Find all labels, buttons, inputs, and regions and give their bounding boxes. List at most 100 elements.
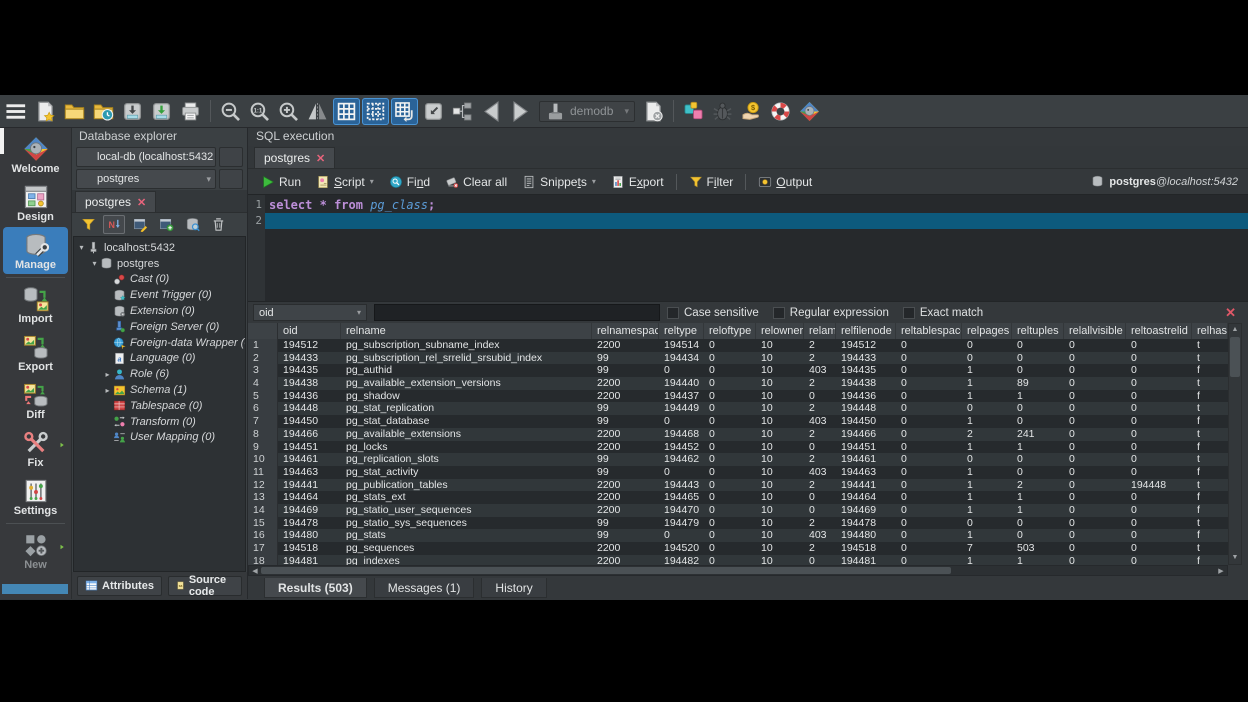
table-cell[interactable]: 194469: [278, 504, 341, 517]
table-cell[interactable]: 2200: [592, 428, 659, 441]
table-cell[interactable]: 0: [896, 542, 962, 555]
table-cell[interactable]: 0: [1012, 466, 1064, 479]
table-cell[interactable]: 10: [756, 415, 804, 428]
table-cell[interactable]: 0: [1064, 542, 1126, 555]
table-cell[interactable]: 194518: [836, 542, 896, 555]
table-cell[interactable]: 7: [962, 542, 1012, 555]
table-cell[interactable]: 0: [896, 428, 962, 441]
table-row[interactable]: 7194450pg_stat_database99001040319445001…: [248, 415, 1228, 428]
table-cell[interactable]: 2: [804, 402, 836, 415]
table-cell[interactable]: 1: [1012, 504, 1064, 517]
table-cell[interactable]: 0: [1126, 339, 1192, 352]
tree-item[interactable]: Extension (0): [74, 303, 245, 319]
close-icon[interactable]: ✕: [137, 196, 146, 209]
table-cell[interactable]: f: [1192, 390, 1228, 403]
table-cell[interactable]: 2200: [592, 377, 659, 390]
table-cell[interactable]: 0: [1126, 364, 1192, 377]
table-cell[interactable]: 0: [704, 529, 756, 542]
donate-button[interactable]: $: [738, 98, 765, 125]
table-cell[interactable]: 2: [804, 453, 836, 466]
table-cell[interactable]: t: [1192, 517, 1228, 530]
table-row[interactable]: 4194438pg_available_extension_versions22…: [248, 377, 1228, 390]
tree-item[interactable]: aLanguage (0): [74, 351, 245, 367]
column-header-relname[interactable]: relname: [341, 323, 592, 339]
clear-all-button[interactable]: Clear all: [438, 171, 514, 192]
table-cell[interactable]: 99: [592, 529, 659, 542]
table-cell[interactable]: t: [1192, 402, 1228, 415]
row-number[interactable]: 15: [248, 517, 278, 530]
sidebar-item-fix[interactable]: Fix: [3, 425, 68, 472]
scroll-down-icon[interactable]: ▼: [1232, 552, 1239, 564]
row-number[interactable]: 1: [248, 339, 278, 352]
table-cell[interactable]: 194480: [836, 529, 896, 542]
table-cell[interactable]: 194464: [278, 491, 341, 504]
table-cell[interactable]: 0: [1126, 441, 1192, 454]
table-row[interactable]: 10194461pg_replication_slots991944620102…: [248, 453, 1228, 466]
table-cell[interactable]: 2200: [592, 339, 659, 352]
postgres-info-button[interactable]: [796, 98, 823, 125]
save-export-button[interactable]: [148, 98, 175, 125]
forward-button[interactable]: [507, 98, 534, 125]
table-cell[interactable]: pg_authid: [341, 364, 592, 377]
table-cell[interactable]: 0: [1064, 390, 1126, 403]
table-cell[interactable]: t: [1192, 479, 1228, 492]
row-number[interactable]: 2: [248, 352, 278, 365]
row-number[interactable]: 9: [248, 441, 278, 454]
table-cell[interactable]: 0: [704, 466, 756, 479]
table-cell[interactable]: 194512: [278, 339, 341, 352]
table-cell[interactable]: 0: [1012, 415, 1064, 428]
table-cell[interactable]: 2200: [592, 504, 659, 517]
table-cell[interactable]: 0: [896, 415, 962, 428]
table-cell[interactable]: 10: [756, 441, 804, 454]
checkbox-icon[interactable]: [773, 307, 785, 319]
table-cell[interactable]: 0: [1064, 428, 1126, 441]
tree-item[interactable]: ▸Role (6): [74, 366, 245, 382]
table-cell[interactable]: 503: [1012, 542, 1064, 555]
table-cell[interactable]: 10: [756, 364, 804, 377]
table-cell[interactable]: 194434: [659, 352, 704, 365]
table-cell[interactable]: 403: [804, 415, 836, 428]
table-cell[interactable]: 0: [804, 504, 836, 517]
table-cell[interactable]: 0: [896, 504, 962, 517]
table-cell[interactable]: 0: [659, 415, 704, 428]
output-button[interactable]: Output: [751, 171, 819, 192]
table-cell[interactable]: 0: [804, 441, 836, 454]
grid-all-button[interactable]: [333, 98, 360, 125]
table-cell[interactable]: 0: [804, 491, 836, 504]
scroll-up-icon[interactable]: ▲: [1232, 324, 1239, 336]
table-cell[interactable]: 99: [592, 402, 659, 415]
sort-n-button[interactable]: N: [103, 215, 125, 234]
table-cell[interactable]: 194448: [278, 402, 341, 415]
table-cell[interactable]: 194436: [836, 390, 896, 403]
database-selector[interactable]: demodb▾: [539, 101, 635, 122]
table-cell[interactable]: 0: [1064, 339, 1126, 352]
column-header-relhasin[interactable]: relhasin: [1192, 323, 1228, 339]
table-cell[interactable]: 99: [592, 364, 659, 377]
table-cell[interactable]: 0: [1064, 453, 1126, 466]
table-cell[interactable]: 194448: [836, 402, 896, 415]
table-cell[interactable]: 2: [804, 542, 836, 555]
checkbox-regular-expression[interactable]: Regular expression: [773, 307, 889, 319]
table-cell[interactable]: 2: [804, 339, 836, 352]
sidebar-item-design[interactable]: Design: [3, 179, 68, 226]
table-row[interactable]: 5194436pg_shadow220019443701001944360110…: [248, 390, 1228, 403]
filter-close-icon[interactable]: ✕: [1225, 305, 1243, 321]
table-cell[interactable]: 0: [1126, 453, 1192, 466]
export-button[interactable]: Export: [604, 171, 671, 192]
table-cell[interactable]: 0: [896, 390, 962, 403]
win-edit-button[interactable]: [129, 215, 151, 234]
connection-select[interactable]: local-db (localhost:5432 ▾: [76, 147, 216, 167]
tree-item[interactable]: Cast (0): [74, 272, 245, 288]
sidebar-item-diff[interactable]: Diff: [3, 377, 68, 424]
table-cell[interactable]: 2: [804, 517, 836, 530]
new-tab-button[interactable]: [1222, 147, 1244, 166]
table-cell[interactable]: 194466: [278, 428, 341, 441]
script-button[interactable]: Script▾: [309, 171, 381, 192]
mirror-button[interactable]: [304, 98, 331, 125]
hierarchy-button[interactable]: [449, 98, 476, 125]
row-number[interactable]: 7: [248, 415, 278, 428]
table-cell[interactable]: 0: [659, 529, 704, 542]
source-code-tab[interactable]: saSource code: [168, 576, 242, 596]
sidebar-item-welcome[interactable]: Welcome: [3, 131, 68, 178]
table-row[interactable]: 3194435pg_authid99001040319443501000f: [248, 364, 1228, 377]
